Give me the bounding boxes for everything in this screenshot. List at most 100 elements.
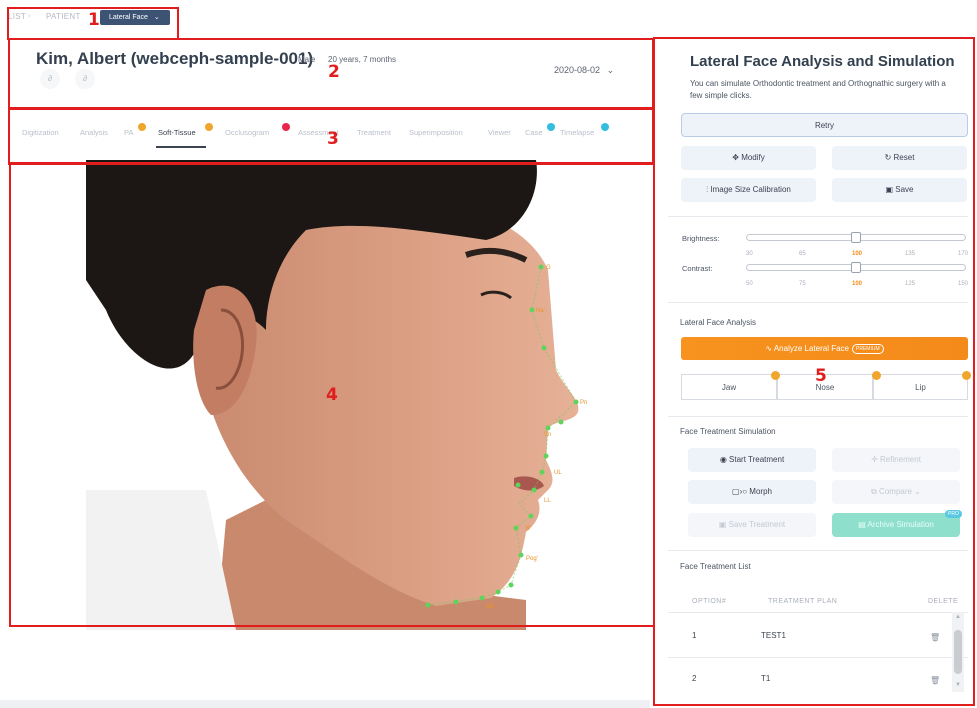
landmark-label-me: Me' <box>486 604 495 610</box>
save-icon: ▣ <box>718 520 729 529</box>
scroll-up-icon[interactable]: ▲ <box>955 614 961 620</box>
refinement-label: Refinement <box>880 455 921 464</box>
compare-button[interactable]: ⧉ Compare ⌄ <box>832 480 960 504</box>
landmark-point <box>539 469 545 475</box>
copy-icon: ⧉ <box>871 487 880 496</box>
divider <box>668 612 968 613</box>
new-badge-icon <box>282 123 290 131</box>
archive-simulation-button[interactable]: ▤ Archive Simulation <box>832 513 960 537</box>
pulse-icon: ∿ <box>765 344 774 353</box>
segment-jaw[interactable]: Jaw <box>681 374 777 400</box>
timelapse-badge-icon <box>601 123 609 131</box>
unlink-icon[interactable]: ∂ <box>75 69 95 89</box>
modify-button[interactable]: ✥ Modify <box>681 146 816 170</box>
premium-badge-icon <box>962 371 971 380</box>
scroll-down-icon[interactable]: ▼ <box>955 682 961 688</box>
calibration-label: Image Size Calibration <box>710 185 791 194</box>
modify-label: Modify <box>741 153 765 162</box>
save-label: Save <box>895 185 914 194</box>
reset-button[interactable]: ↻ Reset <box>832 146 967 170</box>
panel-description: You can simulate Orthodontic treatment a… <box>690 79 946 100</box>
analyze-label: Analyze Lateral Face <box>773 344 849 353</box>
premium-badge: PREMIUM <box>852 343 884 354</box>
premium-badge-icon <box>771 371 780 380</box>
brightness-tick: 30 <box>746 251 753 257</box>
landmark-label-na: Na' <box>536 308 545 314</box>
lateral-face-photo[interactable]: G Na' Pn Sn UL LL B' Pog' Me' <box>86 160 656 630</box>
row-plan: T1 <box>761 674 771 683</box>
link-icon[interactable]: ∂ <box>40 69 60 89</box>
segment-lip-label: Lip <box>915 383 926 392</box>
landmark-point <box>528 513 534 519</box>
date-selector[interactable]: 2020-08-02 ⌄ <box>554 65 614 76</box>
archive-icon: ▤ <box>858 520 868 529</box>
archive-label: Archive Simulation <box>867 520 934 529</box>
landmark-point <box>531 487 537 493</box>
start-treatment-label: Start Treatment <box>729 455 785 464</box>
contrast-tick: 50 <box>746 281 753 287</box>
save-button[interactable]: ▣ Save <box>832 178 967 202</box>
tab-pa[interactable]: PA <box>124 128 133 137</box>
panel-title: Lateral Face Analysis and Simulation <box>690 53 955 70</box>
patient-name: Kim, Albert (webceph-sample-001) <box>36 49 314 68</box>
contrast-tick: 75 <box>799 281 806 287</box>
brightness-tick-active: 100 <box>852 251 863 257</box>
reset-label: Reset <box>893 153 915 162</box>
retry-button[interactable]: Retry <box>681 113 968 137</box>
lateral-face-dropdown[interactable]: Lateral Face ⌄ <box>100 10 170 25</box>
start-treatment-button[interactable]: ◉ Start Treatment <box>688 448 816 472</box>
tab-case[interactable]: Case <box>525 128 543 137</box>
row-option: 2 <box>692 674 697 683</box>
refinement-button[interactable]: ✛ Refinement <box>832 448 960 472</box>
landmark-label-pog: Pog' <box>526 556 538 562</box>
tab-treatment[interactable]: Treatment <box>357 128 391 137</box>
trash-icon[interactable]: 🗑 <box>930 676 940 685</box>
face-illustration: G Na' Pn Sn UL LL B' Pog' Me' <box>86 160 656 630</box>
row-plan: TEST1 <box>761 631 786 640</box>
annotation-box-5 <box>653 37 975 706</box>
tab-timelapse[interactable]: Timelapse <box>560 128 594 137</box>
landmark-point <box>538 264 544 270</box>
landmark-point <box>425 602 431 608</box>
landmark-point <box>508 582 514 588</box>
tab-analysis[interactable]: Analysis <box>80 128 108 137</box>
morph-button[interactable]: ▢›○ Morph <box>688 480 816 504</box>
divider <box>668 216 968 217</box>
annotation-label-3: 3 <box>327 129 339 149</box>
brightness-tick: 135 <box>905 251 916 257</box>
save-treatment-button[interactable]: ▣ Save Treatment <box>688 513 816 537</box>
patient-gender: Male <box>298 55 316 64</box>
date-value: 2020-08-02 <box>554 65 601 75</box>
brightness-tick: 170 <box>958 251 969 257</box>
contrast-label: Contrast: <box>682 264 713 273</box>
brightness-slider-thumb[interactable] <box>851 232 861 243</box>
tab-occlusogram[interactable]: Occlusogram <box>225 128 269 137</box>
segment-jaw-label: Jaw <box>721 383 737 392</box>
tab-superimposition[interactable]: Superimposition <box>409 128 463 137</box>
breadcrumb-separator: › <box>28 11 31 20</box>
lateral-analysis-heading: Lateral Face Analysis <box>680 318 757 327</box>
bottom-scrollbar[interactable] <box>0 700 650 708</box>
breadcrumb-list[interactable]: LIST <box>8 12 26 21</box>
divider <box>668 302 968 303</box>
breadcrumb-patient[interactable]: PATIENT <box>46 12 81 21</box>
tab-digitization[interactable]: Digitization <box>22 128 59 137</box>
annotation-label-1: 1 <box>88 10 100 30</box>
brightness-tick: 65 <box>799 251 806 257</box>
landmark-point <box>518 552 524 558</box>
tab-viewer[interactable]: Viewer <box>488 128 511 137</box>
analyze-lateral-face-button[interactable]: ∿ Analyze Lateral Face PREMIUM <box>681 337 968 360</box>
trash-icon[interactable]: 🗑 <box>930 633 940 642</box>
contrast-slider-thumb[interactable] <box>851 262 861 273</box>
calibration-button[interactable]: ⫶ Image Size Calibration <box>681 178 816 202</box>
landmark-point <box>515 482 521 488</box>
divider <box>668 657 968 658</box>
app-root: LIST › PATIENT Lateral Face ⌄ Kim, Alber… <box>0 0 977 708</box>
active-tab-indicator <box>156 146 206 148</box>
tab-soft-tissue[interactable]: Soft-Tissue <box>158 128 196 137</box>
landmark-point <box>479 595 485 601</box>
contrast-tick: 125 <box>905 281 916 287</box>
landmark-label-b: B' <box>526 526 531 532</box>
scrollbar-thumb[interactable] <box>954 630 962 674</box>
segment-lip[interactable]: Lip <box>873 374 968 400</box>
